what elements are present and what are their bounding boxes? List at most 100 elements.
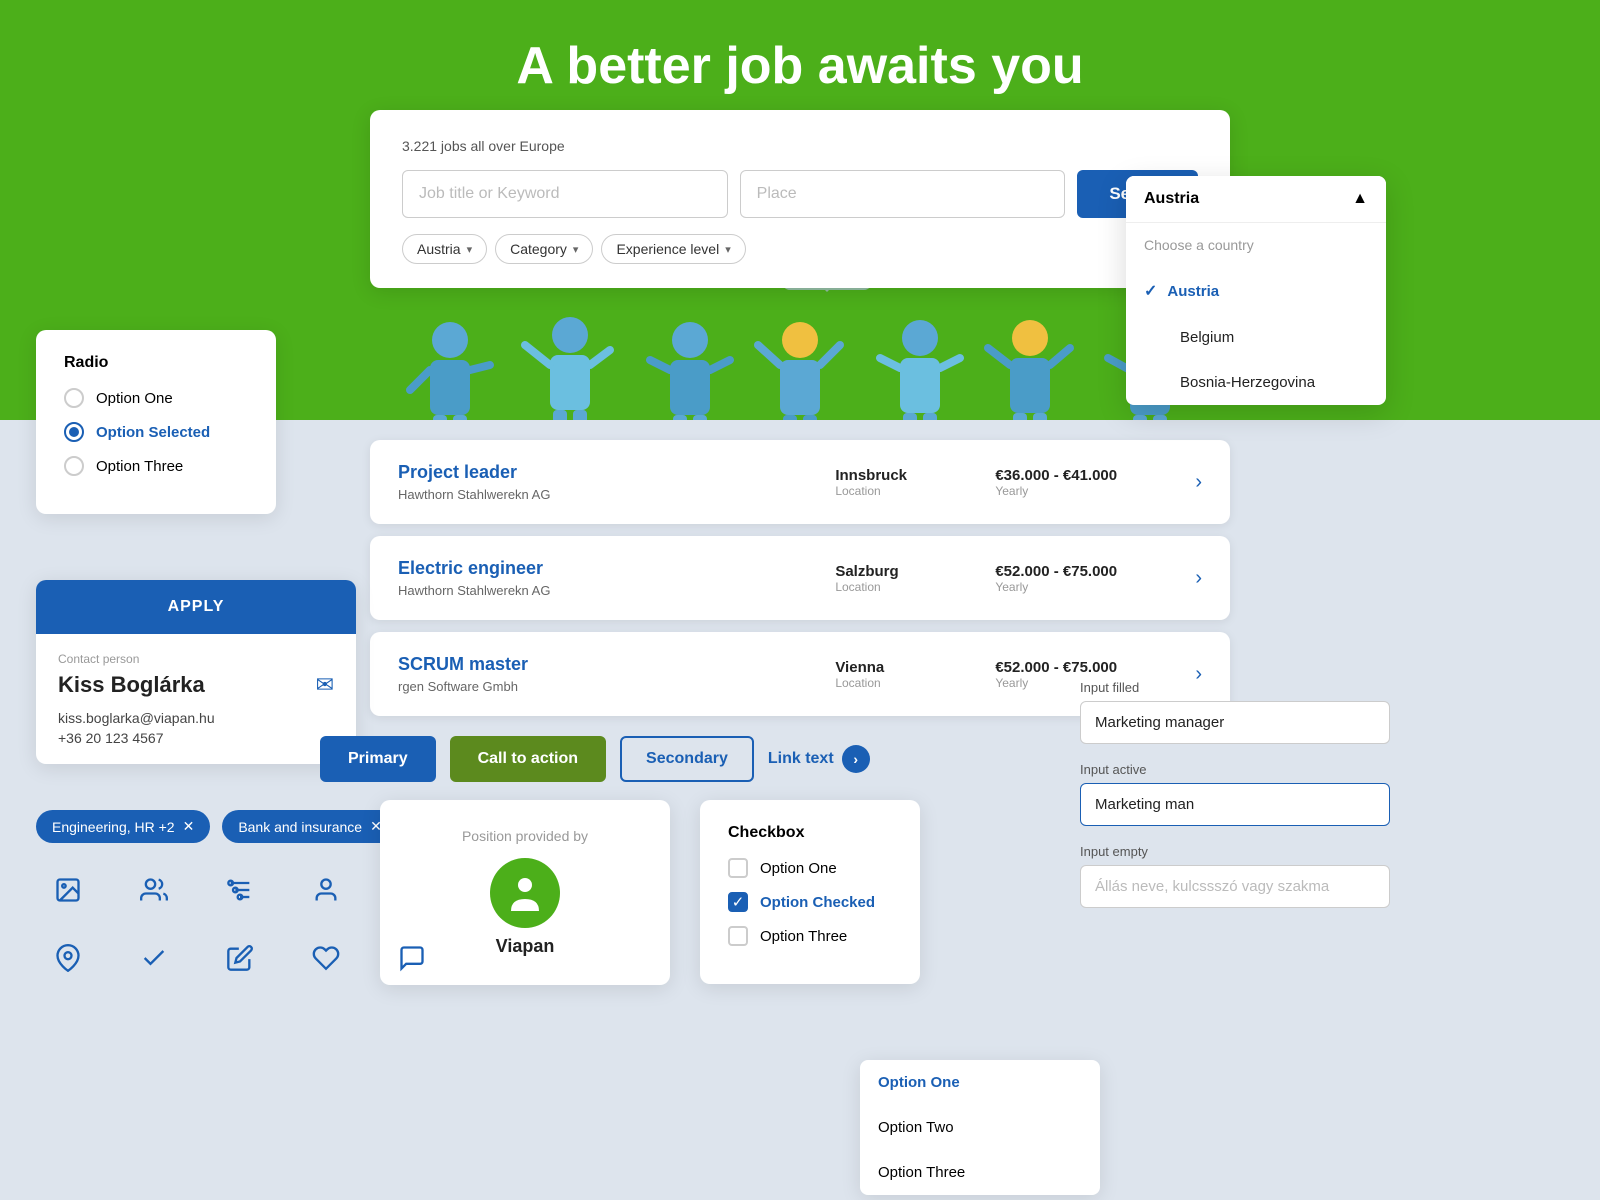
contact-name: Kiss Boglárka [58, 672, 205, 698]
filters-row: Austria ▾ Category ▾ Experience level ▾ [402, 234, 1198, 264]
experience-filter-label: Experience level [616, 241, 719, 257]
job-city: Salzburg [835, 563, 995, 580]
job-location: Vienna Location [835, 659, 995, 690]
input-group-filled: Input filled [1080, 680, 1390, 744]
job-arrow-icon[interactable]: › [1195, 471, 1202, 494]
country-filter[interactable]: Austria ▾ [402, 234, 487, 264]
dropdown-header-label: Austria [1144, 190, 1199, 208]
job-card[interactable]: Electric engineer Hawthorn Stahlwerekn A… [370, 536, 1230, 620]
radio-circle-three [64, 456, 84, 476]
category-filter[interactable]: Category ▾ [495, 234, 593, 264]
checkbox-option-three[interactable]: Option Three [728, 926, 892, 946]
bottom-dropdown-item-two[interactable]: Option Two [860, 1105, 1100, 1150]
inputs-section: Input filled Input active Input empty [1080, 680, 1390, 926]
category-filter-label: Category [510, 241, 567, 257]
input-active-label: Input active [1080, 762, 1390, 777]
tag-bank[interactable]: Bank and insurance ✕ [222, 810, 398, 843]
tag-close-icon[interactable]: ✕ [183, 818, 195, 835]
mail-icon[interactable]: ✉ [316, 672, 334, 698]
radio-option-three-label: Option Three [96, 458, 183, 475]
cta-button[interactable]: Call to action [450, 736, 606, 782]
job-location: Innsbruck Location [835, 467, 995, 498]
primary-button[interactable]: Primary [320, 736, 436, 782]
job-arrow-icon[interactable]: › [1195, 567, 1202, 590]
bottom-dropdown-item-label: Option Two [878, 1119, 954, 1136]
link-button[interactable]: Link text › [768, 745, 870, 773]
input-active[interactable] [1080, 783, 1390, 826]
radio-widget: Radio Option One Option Selected Option … [36, 330, 276, 514]
job-info: SCRUM master rgen Software Gmbh [398, 654, 835, 694]
bottom-dropdown-item-three[interactable]: Option Three [860, 1150, 1100, 1195]
dropdown-item-austria[interactable]: ✓ Austria [1126, 267, 1386, 315]
input-empty-label: Input empty [1080, 844, 1390, 859]
job-salary: €52.000 - €75.000 Yearly [995, 563, 1195, 594]
people-illustration [370, 290, 1230, 420]
bottom-dropdown-item-label: Option One [878, 1074, 960, 1091]
secondary-button[interactable]: Secondary [620, 736, 754, 782]
input-empty[interactable] [1080, 865, 1390, 908]
job-info: Electric engineer Hawthorn Stahlwerekn A… [398, 558, 835, 598]
input-group-empty: Input empty [1080, 844, 1390, 908]
chevron-down-icon: ▾ [467, 243, 473, 256]
image-icon[interactable] [50, 872, 86, 908]
check-circle-icon[interactable] [136, 940, 172, 976]
dropdown-item-belgium[interactable]: Belgium [1126, 315, 1386, 360]
hero-title: A better job awaits you [516, 36, 1083, 96]
settings-icon[interactable] [222, 872, 258, 908]
dropdown-header[interactable]: Austria ▲ [1126, 176, 1386, 223]
bottom-dropdown-item-one[interactable]: Option One [860, 1060, 1100, 1105]
job-city: Vienna [835, 659, 995, 676]
keyword-input[interactable] [402, 170, 728, 218]
contact-card: APPLY Contact person Kiss Boglárka ✉ kis… [36, 580, 356, 764]
radio-title: Radio [64, 354, 248, 372]
checkbox-option-checked[interactable]: ✓ Option Checked [728, 892, 892, 912]
country-filter-label: Austria [417, 241, 461, 257]
tag-engineering-label: Engineering, HR +2 [52, 819, 175, 835]
place-input[interactable] [740, 170, 1066, 218]
bottom-dropdown-item-label: Option Three [878, 1164, 965, 1181]
job-card[interactable]: Project leader Hawthorn Stahlwerekn AG I… [370, 440, 1230, 524]
job-company: rgen Software Gmbh [398, 679, 835, 694]
radio-option-three[interactable]: Option Three [64, 456, 248, 476]
tags-row: Engineering, HR +2 ✕ Bank and insurance … [36, 810, 398, 843]
job-title: Project leader [398, 462, 835, 483]
dropdown-item-bosnia[interactable]: Bosnia-Herzegovina [1126, 360, 1386, 405]
icon-row-2 [50, 940, 430, 976]
dropdown-placeholder: Choose a country [1126, 223, 1386, 267]
experience-filter[interactable]: Experience level ▾ [601, 234, 745, 264]
job-salary-period: Yearly [995, 580, 1195, 594]
radio-option-selected-label: Option Selected [96, 424, 210, 441]
location-icon[interactable] [50, 940, 86, 976]
jobs-count: 3.221 jobs all over Europe [402, 138, 1198, 154]
contact-name-row: Kiss Boglárka ✉ [58, 672, 334, 698]
chevron-down-icon: ▾ [573, 243, 579, 256]
contact-person-label: Contact person [58, 652, 334, 666]
job-salary-range: €52.000 - €75.000 [995, 659, 1195, 676]
edit-icon[interactable] [222, 940, 258, 976]
job-title: Electric engineer [398, 558, 835, 579]
input-group-active: Input active [1080, 762, 1390, 826]
dropdown-item-label: Belgium [1180, 329, 1234, 346]
job-company: Hawthorn Stahlwerekn AG [398, 583, 835, 598]
checkbox-option-one[interactable]: Option One [728, 858, 892, 878]
checkbox-widget: Checkbox Option One ✓ Option Checked Opt… [700, 800, 920, 984]
job-salary-range: €52.000 - €75.000 [995, 563, 1195, 580]
radio-option-one[interactable]: Option One [64, 388, 248, 408]
chevron-down-icon: ▾ [725, 243, 731, 256]
job-info: Project leader Hawthorn Stahlwerekn AG [398, 462, 835, 502]
people-icon[interactable] [136, 872, 172, 908]
tag-bank-label: Bank and insurance [238, 819, 362, 835]
heart-icon[interactable] [308, 940, 344, 976]
bottom-dropdown: Option One Option Two Option Three [860, 1060, 1100, 1195]
tag-engineering[interactable]: Engineering, HR +2 ✕ [36, 810, 210, 843]
radio-circle-one [64, 388, 84, 408]
checkbox-option-one-label: Option One [760, 860, 837, 877]
job-location: Salzburg Location [835, 563, 995, 594]
input-filled[interactable] [1080, 701, 1390, 744]
chat-icon[interactable] [394, 940, 430, 976]
apply-button[interactable]: APPLY [36, 580, 356, 634]
contact-email: kiss.boglarka@viapan.hu [58, 710, 334, 726]
person-icon[interactable] [308, 872, 344, 908]
radio-option-selected[interactable]: Option Selected [64, 422, 248, 442]
checkbox-title: Checkbox [728, 824, 892, 842]
